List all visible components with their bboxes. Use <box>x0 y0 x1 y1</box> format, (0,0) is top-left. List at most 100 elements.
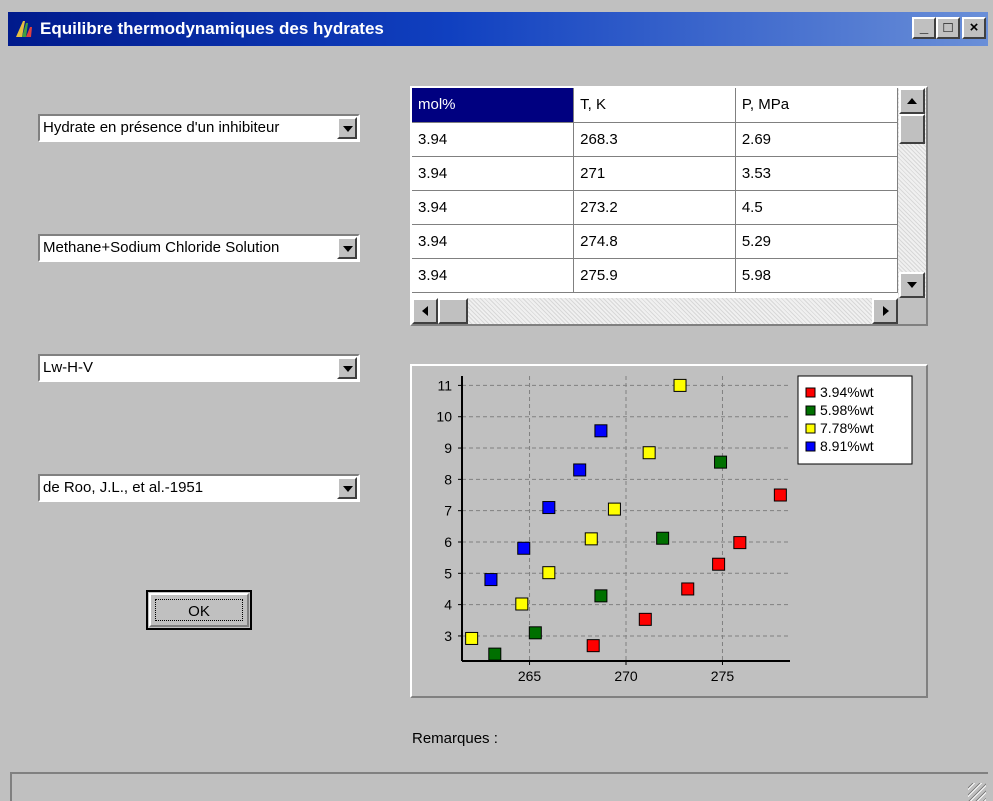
close-button[interactable]: × <box>962 17 986 39</box>
data-point <box>488 647 502 661</box>
data-point <box>638 612 652 626</box>
grid-vertical-scrollbar[interactable] <box>898 88 926 298</box>
data-grid[interactable]: mol% T, K P, MPa 3.94 268.3 2.69 3.94 27… <box>412 88 898 298</box>
system-value: Methane+Sodium Chloride Solution <box>43 239 280 256</box>
chevron-down-icon <box>343 486 353 492</box>
legend-label: 8.91%wt <box>820 438 874 454</box>
legend-label: 7.78%wt <box>820 420 874 436</box>
data-point <box>714 455 728 469</box>
data-point <box>542 566 556 580</box>
hydrate-type-select[interactable]: Hydrate en présence d'un inhibiteur <box>38 114 360 142</box>
table-row[interactable]: 3.94 275.9 5.98 <box>412 258 898 293</box>
data-point <box>586 639 600 653</box>
maximize-icon: □ <box>943 19 953 36</box>
chevron-down-icon <box>343 126 353 132</box>
hydrate-type-value: Hydrate en présence d'un inhibiteur <box>43 119 280 136</box>
hydrate-equilibrium-chart: 3 4 5 6 7 8 9 10 11 265 270 275 3.94%wt 5.98%wt 7.78%w… <box>436 375 913 684</box>
data-point <box>642 446 656 460</box>
data-point <box>528 626 542 640</box>
data-point <box>712 557 726 571</box>
grid-header-cell[interactable]: mol% <box>412 88 575 123</box>
y-tick-label: 7 <box>444 503 452 519</box>
data-grid-panel: mol% T, K P, MPa 3.94 268.3 2.69 3.94 27… <box>410 86 928 326</box>
vertical-scroll-thumb[interactable] <box>899 114 925 144</box>
arrow-down-icon <box>907 282 917 288</box>
data-point <box>607 502 621 516</box>
data-point <box>465 631 479 645</box>
grid-cell[interactable]: 274.8 <box>573 224 736 259</box>
minimize-icon: _ <box>919 19 929 36</box>
grid-cell[interactable]: 3.94 <box>412 122 575 157</box>
data-point <box>573 463 587 477</box>
arrow-up-icon <box>907 98 917 104</box>
reference-dropdown-button[interactable] <box>337 477 357 499</box>
ok-button[interactable]: OK <box>146 590 252 630</box>
table-row[interactable]: 3.94 273.2 4.5 <box>412 190 898 225</box>
data-point <box>733 536 747 550</box>
grid-cell[interactable]: 2.69 <box>735 122 898 157</box>
title-bar[interactable]: Equilibre thermodynamiques des hydrates … <box>8 12 988 46</box>
grid-cell[interactable]: 275.9 <box>573 258 736 293</box>
reference-value: de Roo, J.L., et al.-1951 <box>43 479 204 496</box>
grid-cell[interactable]: 5.98 <box>735 258 898 293</box>
data-point <box>594 589 608 603</box>
data-point <box>515 597 529 611</box>
hydrate-type-dropdown-button[interactable] <box>337 117 357 139</box>
phases-select[interactable]: Lw-H-V <box>38 354 360 382</box>
phases-dropdown-button[interactable] <box>337 357 357 379</box>
grid-cell[interactable]: 3.94 <box>412 224 575 259</box>
grid-header-row: mol% T, K P, MPa <box>412 88 898 123</box>
grid-cell[interactable]: 3.94 <box>412 156 575 191</box>
grid-cell[interactable]: 4.5 <box>735 190 898 225</box>
grid-cell[interactable]: 271 <box>573 156 736 191</box>
arrow-right-icon <box>883 306 889 316</box>
data-point <box>681 582 695 596</box>
scrollbar-corner <box>898 298 926 324</box>
close-icon: × <box>969 19 979 36</box>
x-tick-label: 275 <box>711 668 735 684</box>
scroll-left-button[interactable] <box>412 298 438 324</box>
scroll-down-button[interactable] <box>899 272 925 298</box>
legend-swatch <box>805 423 816 434</box>
y-tick-label: 11 <box>437 377 452 393</box>
system-dropdown-button[interactable] <box>337 237 357 259</box>
data-point <box>594 424 608 438</box>
grid-cell[interactable]: 5.29 <box>735 224 898 259</box>
maximize-button[interactable]: □ <box>936 17 960 39</box>
scroll-right-button[interactable] <box>872 298 898 324</box>
scroll-up-button[interactable] <box>899 88 925 114</box>
grid-cell[interactable]: 3.94 <box>412 258 575 293</box>
table-row[interactable]: 3.94 268.3 2.69 <box>412 122 898 157</box>
grid-cell[interactable]: 3.94 <box>412 190 575 225</box>
window-title: Equilibre thermodynamiques des hydrates <box>40 19 384 38</box>
table-row[interactable]: 3.94 274.8 5.29 <box>412 224 898 259</box>
grid-horizontal-scrollbar[interactable] <box>412 298 898 324</box>
table-row[interactable]: 3.94 271 3.53 <box>412 156 898 191</box>
remarks-label: Remarques : <box>412 730 498 747</box>
ok-button-bevel: OK <box>149 593 249 627</box>
system-select[interactable]: Methane+Sodium Chloride Solution <box>38 234 360 262</box>
grid-header-cell[interactable]: T, K <box>573 88 736 123</box>
grid-cell[interactable]: 3.53 <box>735 156 898 191</box>
grid-cell[interactable]: 273.2 <box>573 190 736 225</box>
reference-select[interactable]: de Roo, J.L., et al.-1951 <box>38 474 360 502</box>
resize-grip-icon[interactable] <box>968 783 986 801</box>
arrow-left-icon <box>422 306 428 316</box>
minimize-button[interactable]: _ <box>912 17 936 39</box>
legend-swatch <box>805 441 816 452</box>
grid-cell[interactable]: 268.3 <box>573 122 736 157</box>
data-point <box>673 378 687 392</box>
phases-value: Lw-H-V <box>43 359 94 376</box>
x-tick-label: 270 <box>614 668 638 684</box>
ok-button-label: OK <box>155 599 243 621</box>
y-tick-label: 3 <box>444 628 452 644</box>
data-point <box>542 501 556 515</box>
grid-header-cell[interactable]: P, MPa <box>735 88 898 123</box>
horizontal-scroll-thumb[interactable] <box>438 298 468 324</box>
y-tick-label: 10 <box>436 409 452 425</box>
y-tick-label: 5 <box>444 565 452 581</box>
x-tick-label: 265 <box>518 668 542 684</box>
legend-label: 3.94%wt <box>820 384 874 400</box>
data-point <box>773 488 787 502</box>
y-tick-label: 4 <box>444 597 452 613</box>
